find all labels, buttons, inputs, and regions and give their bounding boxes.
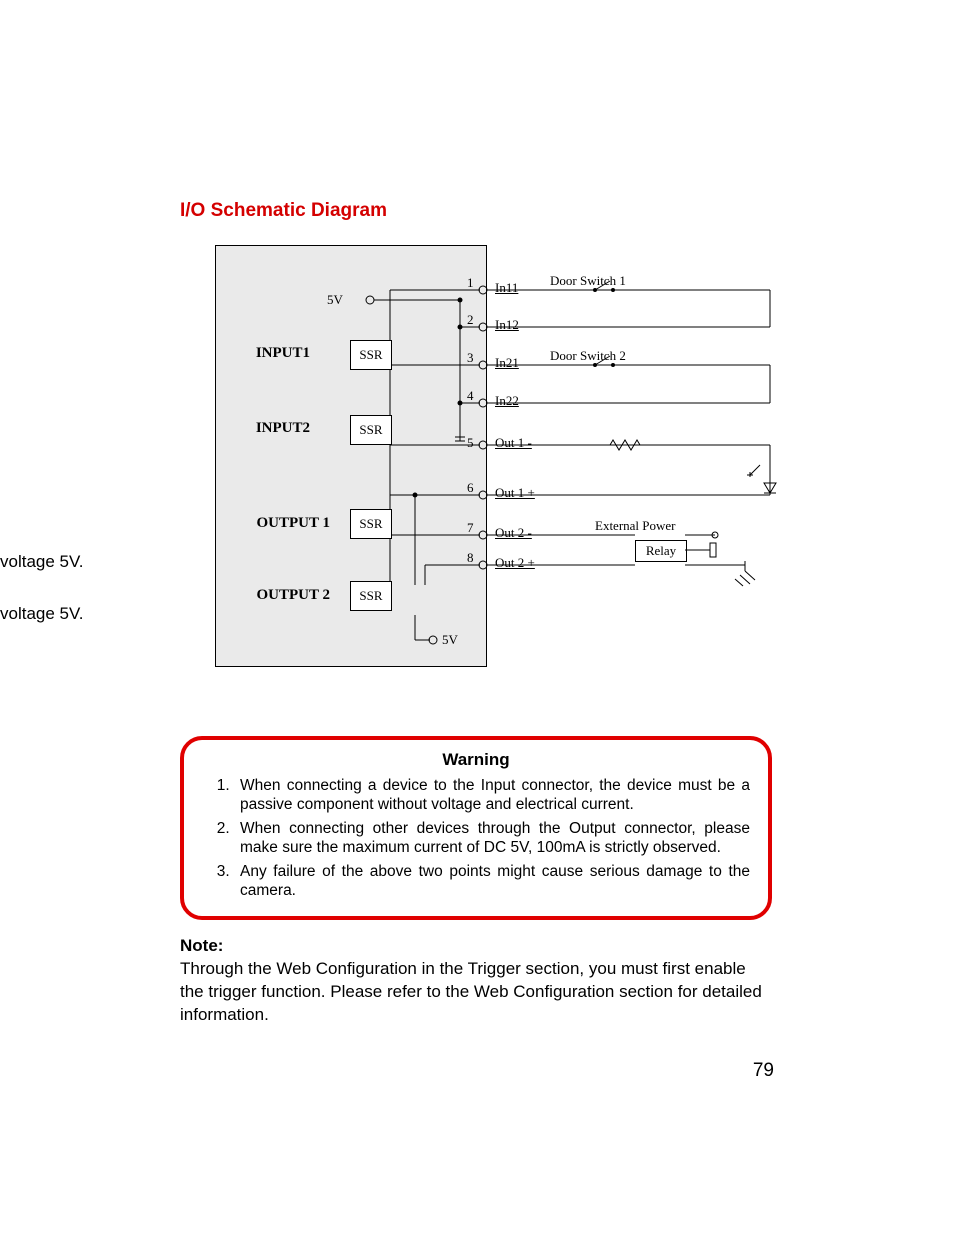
pin-num-2: 2 [467, 312, 474, 328]
relay-box: Relay [635, 540, 687, 562]
pin-num-7: 7 [467, 520, 474, 536]
pin-label-in11: In11 [495, 280, 518, 296]
input1-label: INPUT1 [240, 345, 310, 362]
note-label: Note: [180, 936, 223, 955]
ssr-box-input2: SSR [350, 415, 392, 445]
warning-item-2: When connecting other devices through th… [234, 819, 750, 858]
side-text-1: voltage 5V. [0, 552, 84, 572]
page-number: 79 [753, 1060, 774, 1082]
io-schematic-diagram: SSR SSR SSR SSR INPUT1 INPUT2 OUTPUT 1 O… [215, 245, 773, 665]
pin-label-in12: In12 [495, 317, 519, 333]
pin-label-in21: In21 [495, 355, 519, 371]
pin-label-in22: In22 [495, 393, 519, 409]
side-text-2: voltage 5V. [0, 604, 84, 624]
ssr-box-input1: SSR [350, 340, 392, 370]
warning-item-1: When connecting a device to the Input co… [234, 776, 750, 815]
pin-num-6: 6 [467, 480, 474, 496]
fiveV-bottom: 5V [442, 632, 458, 648]
pin-num-1: 1 [467, 275, 474, 291]
warning-box: Warning When connecting a device to the … [180, 736, 772, 920]
output2-label: OUTPUT 2 [240, 587, 330, 604]
ssr-box-output1: SSR [350, 509, 392, 539]
input2-label: INPUT2 [240, 420, 310, 437]
ssr-box-output2: SSR [350, 581, 392, 611]
warning-title: Warning [202, 750, 750, 770]
door-switch-2-label: Door Switch 2 [550, 348, 626, 364]
note-block: Note: Through the Web Configuration in t… [180, 935, 772, 1027]
pin-num-4: 4 [467, 388, 474, 404]
output1-label: OUTPUT 1 [240, 515, 330, 532]
pin-label-out1p: Out 1 + [495, 485, 535, 501]
page: voltage 5V. voltage 5V. I/O Schematic Di… [0, 0, 954, 1235]
door-switch-1-label: Door Switch 1 [550, 273, 626, 289]
external-power-label: External Power [595, 518, 676, 534]
warning-list: When connecting a device to the Input co… [202, 776, 750, 900]
pin-label-out2m: Out 2 - [495, 525, 532, 541]
pin-num-3: 3 [467, 350, 474, 366]
warning-item-3: Any failure of the above two points migh… [234, 862, 750, 901]
section-heading: I/O Schematic Diagram [180, 200, 387, 222]
pin-num-5: 5 [467, 435, 474, 451]
note-body: Through the Web Configuration in the Tri… [180, 959, 762, 1024]
fiveV-top: 5V [327, 292, 343, 308]
pin-num-8: 8 [467, 550, 474, 566]
pin-label-out1m: Out 1 - [495, 435, 532, 451]
pin-label-out2p: Out 2 + [495, 555, 535, 571]
